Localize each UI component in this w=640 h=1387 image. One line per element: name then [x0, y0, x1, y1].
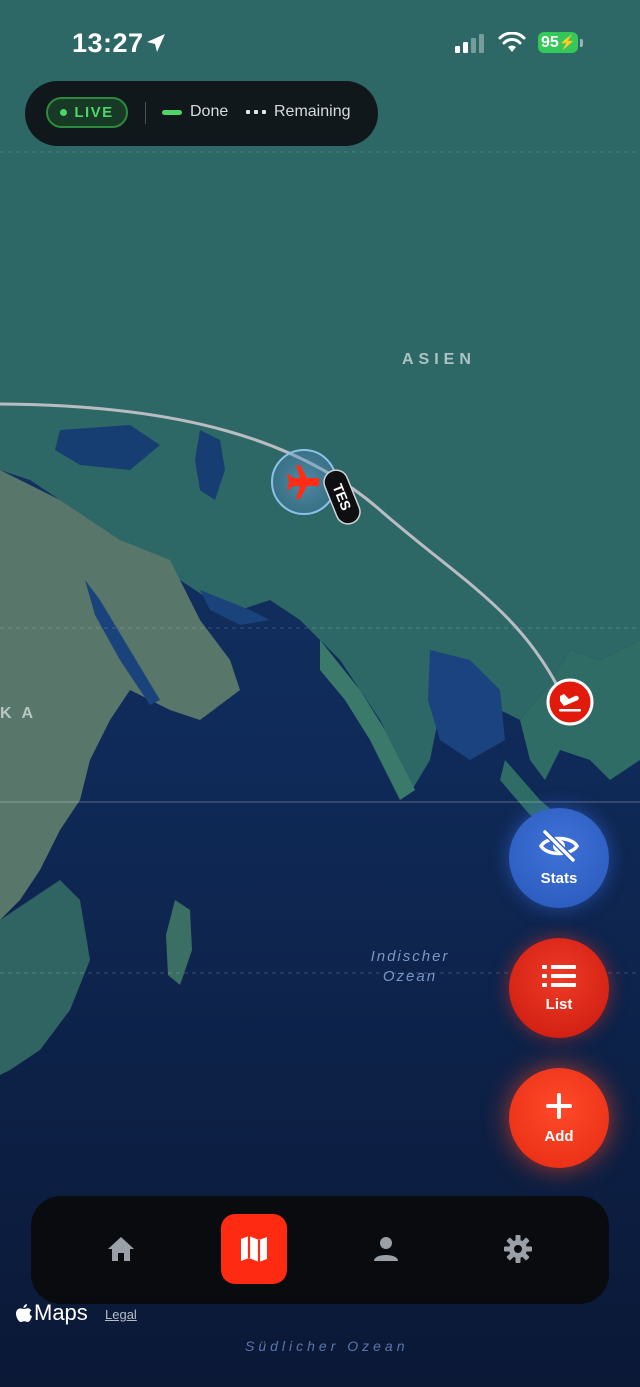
tab-profile[interactable] — [353, 1214, 419, 1284]
live-label: LIVE — [74, 104, 114, 121]
legend-done-label: Done — [190, 103, 229, 120]
status-bar: 13:27 95⚡ — [0, 0, 640, 80]
status-time: 13:27 — [72, 28, 144, 58]
map-label-africa: KA — [0, 705, 44, 722]
legend-divider — [145, 102, 146, 124]
wifi-icon — [498, 32, 526, 52]
tab-home[interactable] — [88, 1214, 154, 1284]
legend-done: Done — [162, 103, 228, 121]
tab-map[interactable] — [221, 1214, 287, 1284]
live-badge: LIVE — [46, 97, 128, 128]
legal-link[interactable]: Legal — [105, 1307, 137, 1322]
battery-cap — [580, 39, 583, 47]
done-swatch — [162, 109, 182, 115]
maps-attribution: Maps — [16, 1300, 88, 1326]
tab-settings[interactable] — [485, 1214, 551, 1284]
add-button[interactable]: Add — [509, 1068, 609, 1168]
apple-logo-icon — [16, 1303, 32, 1322]
list-button[interactable]: List — [509, 938, 609, 1038]
live-dot-icon — [60, 109, 68, 116]
eye-slash-icon — [539, 829, 579, 862]
home-icon — [108, 1237, 134, 1261]
maps-label: Maps — [34, 1300, 88, 1325]
gear-icon — [504, 1235, 532, 1263]
list-icon — [542, 964, 576, 987]
stats-button[interactable]: Stats — [509, 808, 609, 908]
flight-legend: LIVE Done Remaining — [25, 81, 378, 146]
person-icon — [374, 1237, 398, 1261]
destination-marker — [546, 678, 594, 726]
map-label-southern-ocean: Südlicher Ozean — [245, 1338, 409, 1354]
battery-level: 95 — [541, 34, 559, 51]
remaining-swatch — [246, 110, 266, 114]
map-label-asia: ASIEN — [402, 351, 476, 368]
legend-remaining-label: Remaining — [274, 103, 351, 120]
map-view[interactable]: TES — [0, 0, 640, 1387]
add-label: Add — [544, 1127, 574, 1145]
battery-charging-icon: 95⚡ — [538, 32, 578, 53]
stats-label: Stats — [540, 869, 578, 887]
plus-icon — [546, 1092, 572, 1119]
legend-remaining: Remaining — [246, 103, 350, 121]
tab-bar — [31, 1196, 609, 1304]
list-label: List — [545, 995, 573, 1013]
location-arrow-icon — [147, 34, 165, 52]
map-label-indian-ocean: Indischer Ozean — [370, 948, 450, 985]
cellular-signal-icon — [455, 34, 484, 53]
map-icon — [241, 1236, 267, 1262]
